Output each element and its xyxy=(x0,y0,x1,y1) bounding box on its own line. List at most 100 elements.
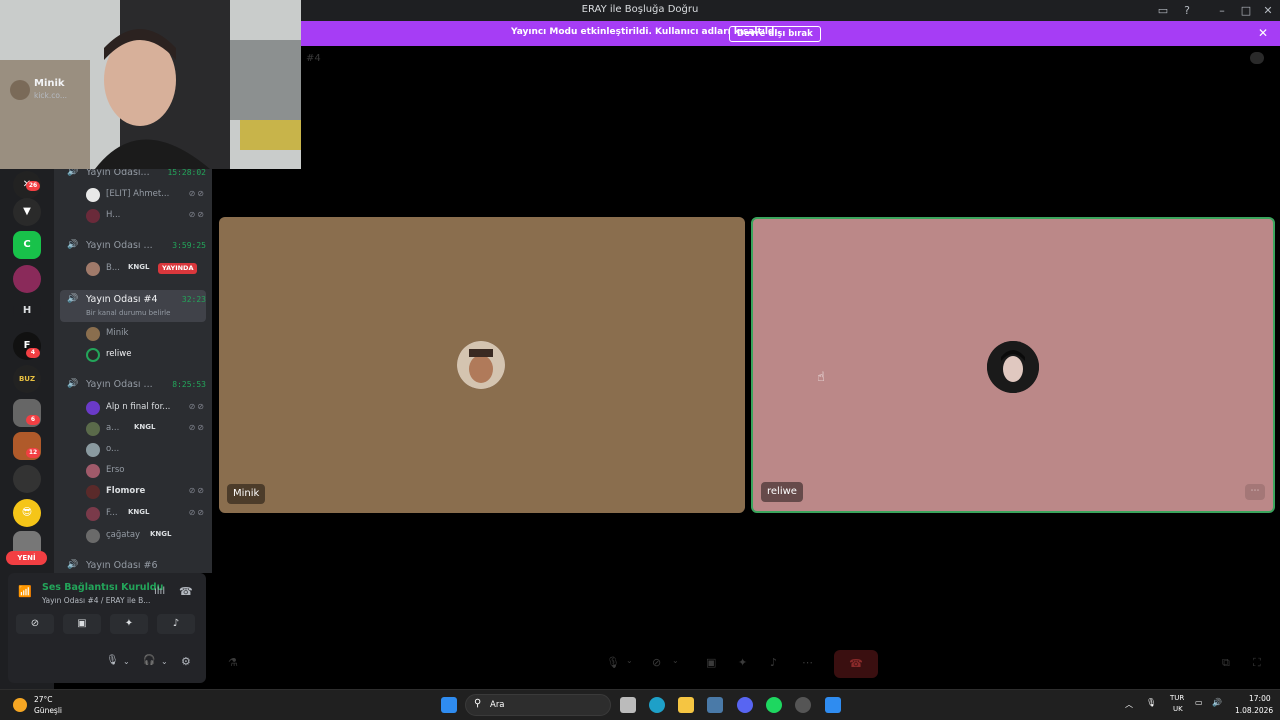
microphone-icon[interactable]: 🎙 xyxy=(1146,698,1156,707)
server-icon[interactable] xyxy=(13,465,41,493)
discord-icon[interactable] xyxy=(737,697,753,713)
chevron-up-icon[interactable]: ︿ xyxy=(1125,699,1133,710)
start-icon[interactable] xyxy=(441,697,457,713)
app-icon[interactable] xyxy=(825,697,841,713)
avatar-face xyxy=(987,341,1039,393)
gear-icon[interactable]: ⚙ xyxy=(181,655,191,668)
new-servers-badge[interactable]: YENİ xyxy=(6,551,47,565)
server-icon[interactable]: H xyxy=(13,297,41,325)
sun-icon[interactable] xyxy=(13,698,27,712)
chevron-down-icon[interactable]: ⌄ xyxy=(123,657,130,666)
voice-member[interactable]: F... KNGL ⊘⊘ xyxy=(84,504,212,524)
voice-member[interactable]: H... ⊘⊘ xyxy=(84,206,212,226)
avatar[interactable] xyxy=(10,80,30,100)
settings-app-icon[interactable] xyxy=(707,697,723,713)
chevron-down-icon[interactable]: ⌄ xyxy=(672,656,679,665)
maximize-icon[interactable]: □ xyxy=(1238,3,1254,18)
headphones-icon[interactable]: 🎧 xyxy=(143,655,155,666)
voice-member[interactable]: [ELIT] Ahmet... ⊘⊘ xyxy=(84,185,212,205)
weather-desc[interactable]: Güneşli xyxy=(34,706,62,715)
obs-icon[interactable] xyxy=(795,697,811,713)
activities-button[interactable]: ✦ xyxy=(110,614,148,634)
server-icon[interactable]: 😎 xyxy=(13,499,41,527)
voice-member[interactable]: Alp n final for... ⊘⊘ xyxy=(84,398,212,418)
file-explorer-icon[interactable] xyxy=(678,697,694,713)
server-icon[interactable]: C xyxy=(13,231,41,259)
voice-channel-active[interactable]: 🔊 Yayın Odası #4 32:23 xyxy=(54,290,212,310)
voice-channel-path[interactable]: Yayın Odası #4 / ERAY ile B... xyxy=(42,596,150,605)
spotify-icon[interactable] xyxy=(766,697,782,713)
popout-icon[interactable]: ⧉ xyxy=(1222,656,1230,670)
disconnect-icon[interactable]: ☎ xyxy=(179,585,193,598)
voice-channel[interactable]: 🔊 Yayın Odası... 15:28:02 xyxy=(54,169,212,183)
mute-deafen-icons: ⊘⊘ xyxy=(188,486,206,495)
screen-share-icon[interactable]: ▣ xyxy=(706,656,716,669)
network-icon[interactable]: ▭ xyxy=(1195,698,1203,707)
voice-channel-icon: 🔊 xyxy=(67,240,79,250)
channel-status[interactable]: Bir kanal durumu belirle xyxy=(86,309,170,317)
edge-icon[interactable] xyxy=(649,697,665,713)
banner-close-icon[interactable]: ✕ xyxy=(1258,26,1268,40)
microphone-icon[interactable]: 🎙 xyxy=(606,656,620,669)
server-icon[interactable]: BUZ xyxy=(13,365,41,393)
avatar xyxy=(86,262,100,276)
voice-member[interactable]: Erso xyxy=(84,461,212,481)
language-indicator[interactable]: TUR xyxy=(1170,694,1184,702)
avatar xyxy=(455,339,507,391)
clock-date[interactable]: 1.08.2026 xyxy=(1235,706,1273,715)
search-icon: ⚲ xyxy=(474,698,482,709)
disable-streamer-mode-button[interactable]: Devre dışı bırak xyxy=(729,26,821,42)
language-indicator-sub[interactable]: UK xyxy=(1173,705,1183,713)
search-box[interactable]: ⚲ Ara xyxy=(465,694,611,716)
voice-member[interactable]: a... KNGL ⊘⊘ xyxy=(84,419,212,439)
user-name[interactable]: Minik xyxy=(34,78,65,89)
help-icon[interactable]: ? xyxy=(1179,3,1195,18)
voice-channel[interactable]: 🔊 Yayın Odası ... 8:25:53 xyxy=(54,375,212,395)
voice-channel[interactable]: 🔊 Yayın Odası #6 xyxy=(54,556,212,573)
member-name: [ELIT] Ahmet... xyxy=(106,189,170,199)
mute-deafen-icons: ⊘⊘ xyxy=(188,402,206,411)
minimize-icon[interactable]: – xyxy=(1214,3,1230,18)
activities-icon[interactable]: ✦ xyxy=(738,656,747,669)
microphone-icon[interactable]: 🎙 xyxy=(106,655,119,666)
channel-name: Yayın Odası ... xyxy=(86,379,153,390)
volume-icon[interactable]: 🔊 xyxy=(1212,698,1222,707)
inbox-icon[interactable]: ▭ xyxy=(1155,3,1171,18)
voice-member[interactable]: Minik xyxy=(84,324,212,344)
chat-icon[interactable] xyxy=(1250,52,1264,64)
chevron-down-icon[interactable]: ⌄ xyxy=(161,657,168,666)
voice-status[interactable]: Ses Bağlantısı Kuruldu xyxy=(42,582,163,593)
fullscreen-icon[interactable]: ⛶ xyxy=(1253,656,1261,670)
disconnect-button[interactable]: ☎ xyxy=(834,650,878,678)
camera-off-button[interactable]: ⊘ xyxy=(16,614,54,634)
activity-icon[interactable]: ⚗ xyxy=(228,656,238,669)
server-icon[interactable]: ▼ xyxy=(13,198,41,226)
mention-badge: 26 xyxy=(26,181,40,191)
video-tile-reliwe[interactable]: ☝ reliwe ⋯ xyxy=(751,217,1275,513)
mention-badge: 6 xyxy=(26,415,40,425)
soundboard-button[interactable]: ♪ xyxy=(157,614,195,634)
server-icon[interactable] xyxy=(13,265,41,293)
voice-member[interactable]: o... xyxy=(84,440,212,460)
task-view-icon[interactable] xyxy=(620,697,636,713)
windows-taskbar: 27°C Güneşli ⚲ Ara ︿ 🎙 TUR UK ▭ 🔊 17:00 … xyxy=(0,689,1280,720)
voice-channel-icon: 🔊 xyxy=(67,379,79,389)
camera-off-icon[interactable]: ⊘ xyxy=(652,656,661,669)
clock-time[interactable]: 17:00 xyxy=(1249,694,1271,703)
voice-channel[interactable]: 🔊 Yayın Odası ... 3:59:25 xyxy=(54,236,212,256)
voice-member[interactable]: reliwe xyxy=(84,345,212,365)
screen-share-button[interactable]: ▣ xyxy=(63,614,101,634)
voice-member[interactable]: çağatay KNGL xyxy=(84,526,212,546)
soundboard-icon[interactable]: ♪ xyxy=(770,656,777,669)
close-icon[interactable]: ✕ xyxy=(1260,3,1276,18)
noise-suppression-icon[interactable]: ılıl xyxy=(154,586,165,597)
chevron-down-icon[interactable]: ⌄ xyxy=(626,656,633,665)
video-tile-minik[interactable]: Minik xyxy=(219,217,745,513)
channel-timer: 3:59:25 xyxy=(172,241,206,250)
more-options-icon[interactable]: ⋯ xyxy=(1245,484,1265,500)
weather-temp[interactable]: 27°C xyxy=(34,695,53,704)
more-icon[interactable]: ⋯ xyxy=(802,656,813,669)
voice-member[interactable]: B... KNGL YAYINDA xyxy=(84,259,212,279)
channel-name: Yayın Odası #4 xyxy=(86,294,158,305)
voice-member[interactable]: Flomore ⊘⊘ xyxy=(84,482,212,502)
